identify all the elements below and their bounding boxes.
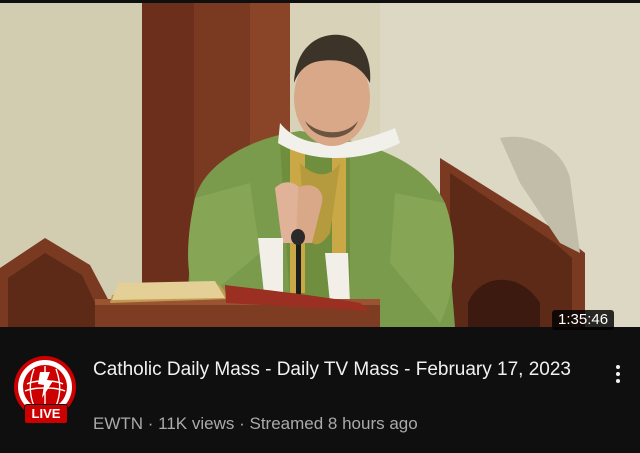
meta-separator: · xyxy=(234,414,250,433)
menu-dot xyxy=(616,365,620,369)
video-metadata: EWTN · 11K views · Streamed 8 hours ago xyxy=(93,413,418,435)
meta-separator: · xyxy=(143,414,159,433)
view-count: 11K views xyxy=(158,414,235,433)
menu-dot xyxy=(616,379,620,383)
video-duration-badge: 1:35:46 xyxy=(552,310,615,330)
more-vert-icon[interactable] xyxy=(606,359,630,389)
video-title[interactable]: Catholic Daily Mass - Daily TV Mass - Fe… xyxy=(93,357,573,382)
channel-name[interactable]: EWTN xyxy=(93,414,143,433)
video-thumbnail[interactable] xyxy=(0,3,640,327)
stream-time: Streamed 8 hours ago xyxy=(249,414,418,433)
video-info-panel: LIVE Catholic Daily Mass - Daily TV Mass… xyxy=(0,341,640,453)
menu-dot xyxy=(616,372,620,376)
live-badge: LIVE xyxy=(24,404,68,424)
thumbnail-image xyxy=(0,3,640,327)
